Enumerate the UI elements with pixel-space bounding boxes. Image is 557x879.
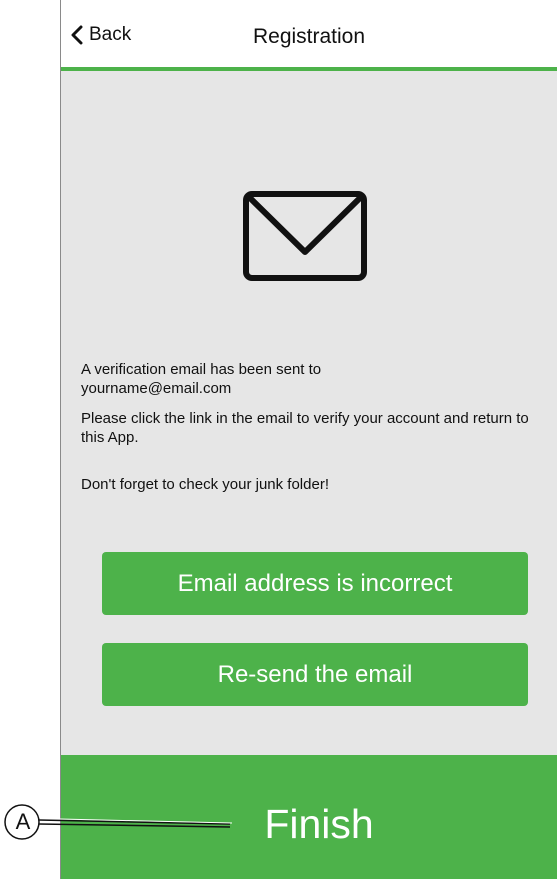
app-screen: Back Registration A verification email h… bbox=[60, 0, 557, 879]
resend-email-button[interactable]: Re-send the email bbox=[102, 643, 528, 706]
verification-message: A verification email has been sent to yo… bbox=[81, 360, 551, 398]
junk-folder-note: Don't forget to check your junk folder! bbox=[81, 476, 329, 493]
finish-label: Finish bbox=[264, 800, 374, 847]
envelope-icon bbox=[243, 191, 367, 281]
verification-sent-text: A verification email has been sent to bbox=[81, 361, 322, 378]
email-incorrect-button[interactable]: Email address is incorrect bbox=[102, 552, 528, 615]
header-bar: Back Registration bbox=[61, 0, 557, 71]
email-address: yourname@email.com bbox=[81, 380, 232, 397]
instructions-text: Please click the link in the email to ve… bbox=[81, 410, 529, 446]
callout-label: A bbox=[15, 809, 31, 834]
page-title: Registration bbox=[252, 25, 366, 48]
